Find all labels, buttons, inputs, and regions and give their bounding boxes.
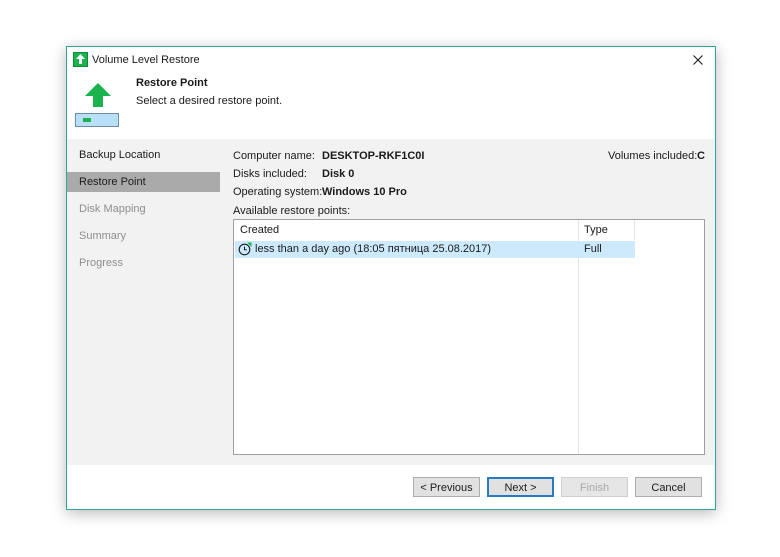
disks-included-value: Disk 0 [322, 168, 355, 180]
table-row[interactable]: less than a day ago (18:05 пятница 25.08… [235, 241, 635, 258]
computer-name-value: DESKTOP-RKF1C0I [322, 150, 425, 162]
column-end-separator [634, 220, 635, 240]
row-type-cell: Full [584, 243, 602, 255]
previous-button[interactable]: < Previous [413, 477, 480, 497]
column-header-type[interactable]: Type [584, 220, 608, 240]
operating-system-label: Operating system: [233, 186, 323, 198]
volumes-included-value: C [697, 150, 705, 162]
step-title: Restore Point [136, 77, 208, 89]
computer-name-label: Computer name: [233, 150, 315, 162]
finish-button: Finish [561, 477, 628, 497]
volume-level-restore-dialog: Volume Level Restore Restore Point Selec… [66, 46, 716, 510]
veeam-app-icon [73, 52, 88, 67]
step-backup-location[interactable]: Backup Location [67, 145, 220, 165]
window-title: Volume Level Restore [92, 54, 200, 66]
next-button[interactable]: Next > [487, 477, 554, 497]
wizard-footer: < Previous Next > Finish Cancel [67, 465, 715, 509]
upload-arrow-icon [85, 83, 111, 107]
restore-point-panel: Computer name: DESKTOP-RKF1C0I Disks inc… [220, 139, 715, 465]
row-created-cell: less than a day ago (18:05 пятница 25.08… [255, 243, 492, 255]
restore-point-clock-icon [238, 242, 252, 256]
wizard-header: Restore Point Select a desired restore p… [67, 73, 715, 137]
disk-icon [75, 113, 119, 127]
disk-led [83, 118, 91, 122]
volumes-included-label: Volumes included: [608, 150, 698, 162]
close-icon [693, 55, 703, 65]
step-disk-mapping: Disk Mapping [79, 203, 146, 215]
close-button[interactable] [681, 47, 715, 73]
column-header-created[interactable]: Created [240, 220, 279, 240]
restore-points-grid[interactable]: Created Type less than a day ago (18:05 … [233, 219, 705, 455]
step-summary: Summary [79, 230, 127, 242]
title-bar: Volume Level Restore [67, 47, 715, 73]
step-progress: Progress [79, 257, 124, 269]
step-restore-point[interactable]: Restore Point [67, 172, 220, 192]
disks-included-label: Disks included: [233, 168, 307, 180]
cancel-button[interactable]: Cancel [635, 477, 702, 497]
operating-system-value: Windows 10 Pro [322, 186, 407, 198]
wizard-steps-sidebar: Backup Location Restore Point Disk Mappi… [67, 139, 220, 465]
step-subtitle: Select a desired restore point. [136, 95, 283, 107]
available-restore-points-label: Available restore points: [233, 205, 351, 217]
